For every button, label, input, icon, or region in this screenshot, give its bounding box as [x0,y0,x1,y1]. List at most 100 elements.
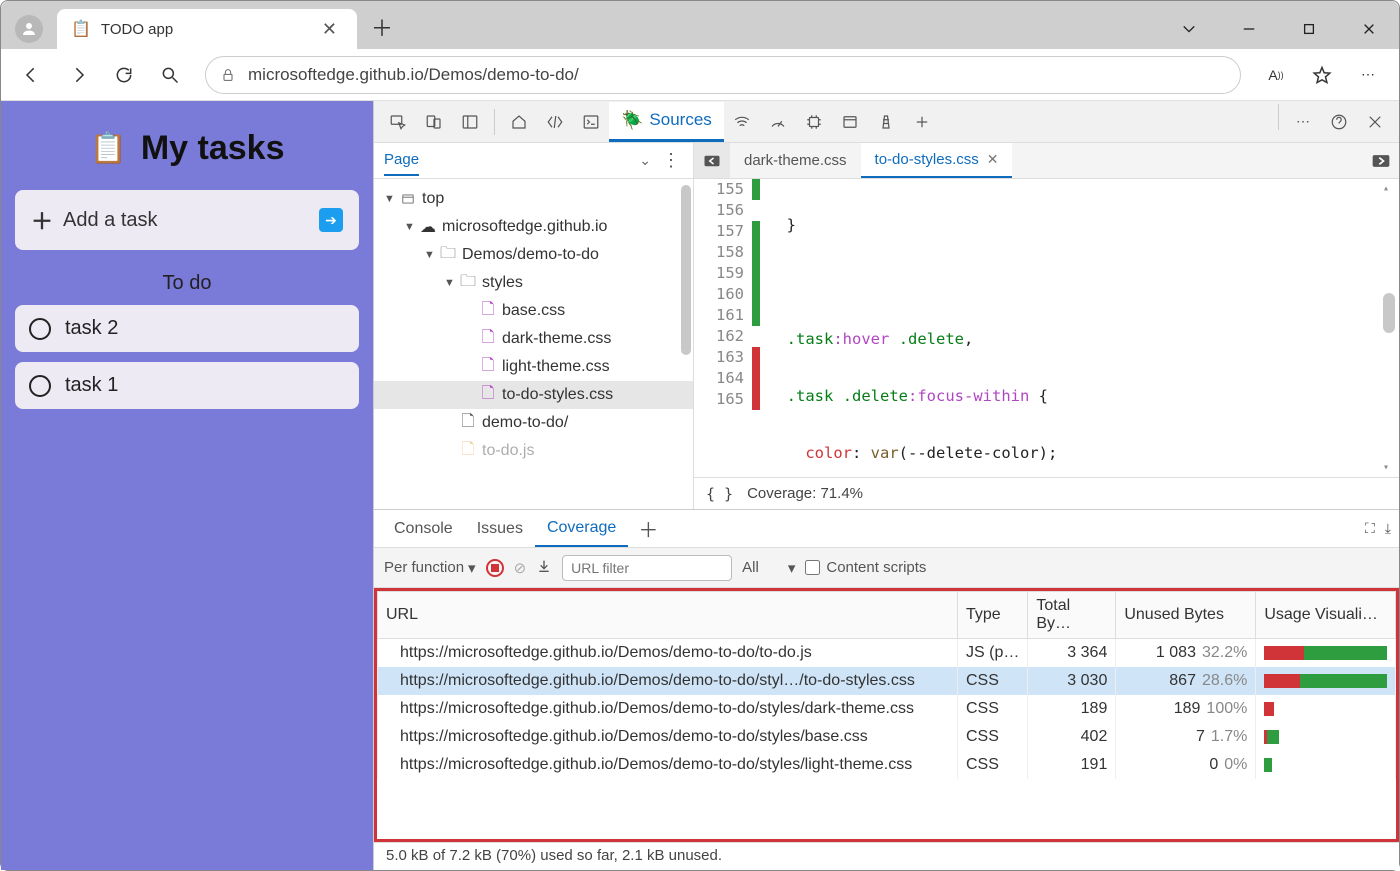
search-button[interactable] [149,54,191,96]
more-button[interactable]: ⋯ [1347,54,1389,96]
close-button[interactable] [1339,9,1399,49]
page-tab[interactable]: Page [384,151,419,176]
code-editor: dark-theme.css to-do-styles.css✕ 1551561… [694,143,1399,509]
add-task-input[interactable]: ＋ Add a task ➔ [15,190,359,250]
forward-button[interactable] [57,54,99,96]
coverage-pct: Coverage: 71.4% [747,485,863,502]
clear-button[interactable]: ⊘ [514,559,527,577]
code-view[interactable]: 155156157158159160161162163164165 } .tas… [694,179,1399,477]
tree-file-selected[interactable]: 🗋to-do-styles.css [374,381,693,409]
drawer-tab-console[interactable]: Console [382,512,465,546]
coverage-row[interactable]: https://microsoftedge.github.io/Demos/de… [378,695,1396,723]
editor-tab-active[interactable]: to-do-styles.css✕ [861,143,1013,178]
network-icon[interactable] [724,104,760,140]
elements-icon[interactable] [537,104,573,140]
welcome-icon[interactable] [501,104,537,140]
app-pane: 📋 My tasks ＋ Add a task ➔ To do task 2 t… [1,101,373,870]
drawer-tab-coverage[interactable]: Coverage [535,511,628,547]
col-url[interactable]: URL [378,592,958,639]
type-filter-dropdown[interactable]: All ▾ [742,559,795,577]
dock-drawer-icon[interactable]: ⤓ [1385,520,1391,537]
coverage-table-highlight: URL Type Total By… Unused Bytes Usage Vi… [374,588,1399,842]
browser-tab[interactable]: 📋 TODO app ✕ [57,9,357,49]
task-item[interactable]: task 2 [15,305,359,352]
tree-file[interactable]: 🗋base.css [374,297,693,325]
url-text: microsoftedge.github.io/Demos/demo-to-do… [248,65,579,85]
task-checkbox-icon[interactable] [29,318,51,340]
devtools: 🪲 Sources ⋯ Page ⌄ ⋮ [373,101,1399,870]
refresh-button[interactable] [103,54,145,96]
devtools-close-icon[interactable] [1357,104,1393,140]
read-aloud-button[interactable]: A)) [1255,54,1297,96]
application-icon[interactable] [832,104,868,140]
favorite-button[interactable] [1301,54,1343,96]
add-task-placeholder: Add a task [63,209,158,232]
inspect-icon[interactable] [380,104,416,140]
dock-icon[interactable] [1363,153,1399,169]
tree-file[interactable]: 🗋dark-theme.css [374,325,693,353]
devtools-drawer: Console Issues Coverage ＋ ⛶ ⤓ Per functi… [374,509,1399,870]
panel-toggle-icon[interactable] [452,104,488,140]
col-total[interactable]: Total By… [1028,592,1116,639]
browser-toolbar: microsoftedge.github.io/Demos/demo-to-do… [1,49,1399,101]
devtools-header: 🪲 Sources ⋯ [374,101,1399,143]
tree-file[interactable]: 🗋to-do.js [374,437,693,465]
task-item[interactable]: task 1 [15,362,359,409]
close-icon[interactable]: ✕ [987,151,999,168]
drawer-tab-issues[interactable]: Issues [465,512,535,546]
coverage-summary: 5.0 kB of 7.2 kB (70%) used so far, 2.1 … [374,842,1399,870]
task-checkbox-icon[interactable] [29,375,51,397]
coverage-bar [752,179,760,477]
tab-close-icon[interactable]: ✕ [316,17,343,42]
coverage-row[interactable]: https://microsoftedge.github.io/Demos/de… [378,639,1396,668]
chevron-down-icon[interactable] [1159,9,1219,49]
editor-nav-icon[interactable] [694,143,730,178]
tree-file[interactable]: 🗋light-theme.css [374,353,693,381]
drawer-add-tab[interactable]: ＋ [628,514,668,543]
sources-tab[interactable]: 🪲 Sources [609,102,724,142]
scrollbar[interactable] [681,185,691,355]
lighthouse-icon[interactable] [868,104,904,140]
coverage-row[interactable]: https://microsoftedge.github.io/Demos/de… [378,667,1396,695]
content-scripts-checkbox[interactable]: Content scripts [805,559,926,576]
tree-host[interactable]: ▼☁microsoftedge.github.io [374,213,693,241]
tree-file[interactable]: 🗋demo-to-do/ [374,409,693,437]
tree-folder[interactable]: ▼🗀Demos/demo-to-do [374,241,693,269]
scrollbar[interactable]: ▴▾ [1383,183,1395,473]
coverage-row[interactable]: https://microsoftedge.github.io/Demos/de… [378,751,1396,779]
tab-favicon: 📋 [71,19,91,39]
col-unused[interactable]: Unused Bytes [1116,592,1256,639]
address-bar[interactable]: microsoftedge.github.io/Demos/demo-to-do… [205,56,1241,94]
tree-top[interactable]: ▼top [374,185,693,213]
url-filter-input[interactable] [562,555,732,581]
tree-styles[interactable]: ▼🗀styles [374,269,693,297]
submit-arrow-icon[interactable]: ➔ [319,208,343,232]
format-icon[interactable]: { } [706,485,733,503]
profile-avatar[interactable] [15,15,43,43]
minimize-button[interactable] [1219,9,1279,49]
coverage-row[interactable]: https://microsoftedge.github.io/Demos/de… [378,723,1396,751]
console-icon[interactable] [573,104,609,140]
chevron-down-icon[interactable]: ⌄ [639,152,651,169]
editor-tab[interactable]: dark-theme.css [730,143,861,178]
sources-sidebar: Page ⌄ ⋮ ▼top ▼☁microsoftedge.github.io … [374,143,694,509]
expand-icon[interactable]: ⛶ [1365,520,1375,537]
device-toggle-icon[interactable] [416,104,452,140]
performance-icon[interactable] [760,104,796,140]
bug-icon: 🪲 [621,110,643,131]
devtools-more-icon[interactable]: ⋯ [1285,104,1321,140]
maximize-button[interactable] [1279,9,1339,49]
memory-icon[interactable] [796,104,832,140]
col-viz[interactable]: Usage Visuali… [1256,592,1396,639]
new-tab-button[interactable]: ＋ [357,11,407,49]
back-button[interactable] [11,54,53,96]
record-button[interactable] [486,559,504,577]
sidebar-more-icon[interactable]: ⋮ [659,150,683,171]
window-controls [1159,9,1399,49]
plus-icon: ＋ [31,204,53,236]
export-button[interactable] [536,558,552,578]
add-panel-icon[interactable] [904,104,940,140]
help-icon[interactable] [1321,104,1357,140]
per-function-dropdown[interactable]: Per function ▾ [384,559,476,577]
col-type[interactable]: Type [958,592,1028,639]
